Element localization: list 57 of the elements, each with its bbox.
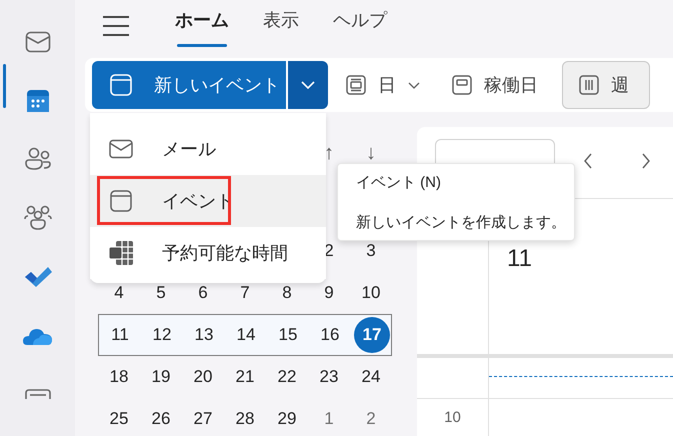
calendar-icon bbox=[110, 74, 132, 96]
calendar-day[interactable]: 24 bbox=[353, 359, 389, 395]
month-nav-button[interactable]: ↓ bbox=[350, 140, 392, 166]
calendar-day[interactable]: 15 bbox=[270, 317, 306, 353]
calendar-day[interactable]: 11 bbox=[102, 317, 138, 353]
view-button[interactable]: 稼働日 bbox=[438, 61, 552, 109]
menu-item[interactable]: 予約可能な時間 bbox=[90, 227, 326, 279]
calendar-day[interactable]: 26 bbox=[143, 401, 179, 436]
apps-icon bbox=[24, 389, 50, 400]
calendar-icon bbox=[110, 190, 132, 212]
mail-icon bbox=[109, 139, 133, 159]
day-number: 11 bbox=[507, 245, 532, 272]
tooltip-title: イベント (N) bbox=[356, 173, 442, 193]
checkmark-icon bbox=[22, 264, 52, 289]
hour-label: 10 bbox=[444, 408, 461, 428]
workweek-icon bbox=[452, 75, 472, 95]
tooltip-description: 新しいイベントを作成します。 bbox=[356, 213, 567, 233]
view-button[interactable]: 週 bbox=[562, 61, 650, 109]
calendar-day[interactable]: 13 bbox=[186, 317, 222, 353]
calendar-day[interactable]: 22 bbox=[269, 359, 305, 395]
dropdown-button[interactable] bbox=[288, 61, 328, 109]
view-button[interactable]: 日 bbox=[332, 61, 434, 109]
calendar-day[interactable]: 21 bbox=[227, 359, 263, 395]
calendar-day[interactable]: 14 bbox=[228, 317, 264, 353]
chevron-down-icon bbox=[301, 81, 315, 89]
grid-icon bbox=[108, 240, 134, 266]
calendar-day[interactable]: 27 bbox=[185, 401, 221, 436]
calendar-day[interactable]: 2 bbox=[353, 401, 389, 436]
ribbon-tab[interactable]: 表示 bbox=[251, 7, 311, 50]
people-icon bbox=[24, 147, 52, 172]
calendar-day[interactable]: 18 bbox=[101, 359, 137, 395]
button-label: 新しいイベント bbox=[154, 74, 280, 96]
calendar-day[interactable]: 10 bbox=[353, 275, 389, 311]
calendar-day[interactable]: 23 bbox=[311, 359, 347, 395]
previous-icon[interactable] bbox=[583, 153, 593, 169]
next-icon[interactable] bbox=[641, 153, 651, 169]
calendar-icon bbox=[26, 88, 50, 113]
day-view-icon bbox=[346, 75, 366, 95]
menu-icon[interactable] bbox=[103, 16, 129, 36]
calendar-day[interactable]: 25 bbox=[101, 401, 137, 436]
calendar-day[interactable]: 16 bbox=[312, 317, 348, 353]
ribbon-tab[interactable]: ホーム bbox=[163, 7, 241, 50]
calendar-day[interactable]: 17 bbox=[354, 317, 390, 353]
menu-item[interactable]: メール bbox=[90, 123, 326, 175]
ribbon-tab[interactable]: ヘルプ bbox=[321, 7, 399, 50]
calendar-day[interactable]: 28 bbox=[227, 401, 263, 436]
calendar-day[interactable]: 19 bbox=[143, 359, 179, 395]
mail-icon bbox=[24, 31, 50, 53]
chevron-down-icon bbox=[408, 82, 420, 88]
calendar-day[interactable]: 1 bbox=[311, 401, 347, 436]
columns-icon bbox=[579, 75, 599, 95]
calendar-day[interactable]: 12 bbox=[144, 317, 180, 353]
new-event-button[interactable]: 新しいイベント bbox=[92, 61, 286, 109]
calendar-day[interactable]: 20 bbox=[185, 359, 221, 395]
calendar-day[interactable]: 29 bbox=[269, 401, 305, 436]
calendar-day[interactable]: 3 bbox=[353, 233, 389, 269]
group-icon bbox=[24, 205, 52, 232]
